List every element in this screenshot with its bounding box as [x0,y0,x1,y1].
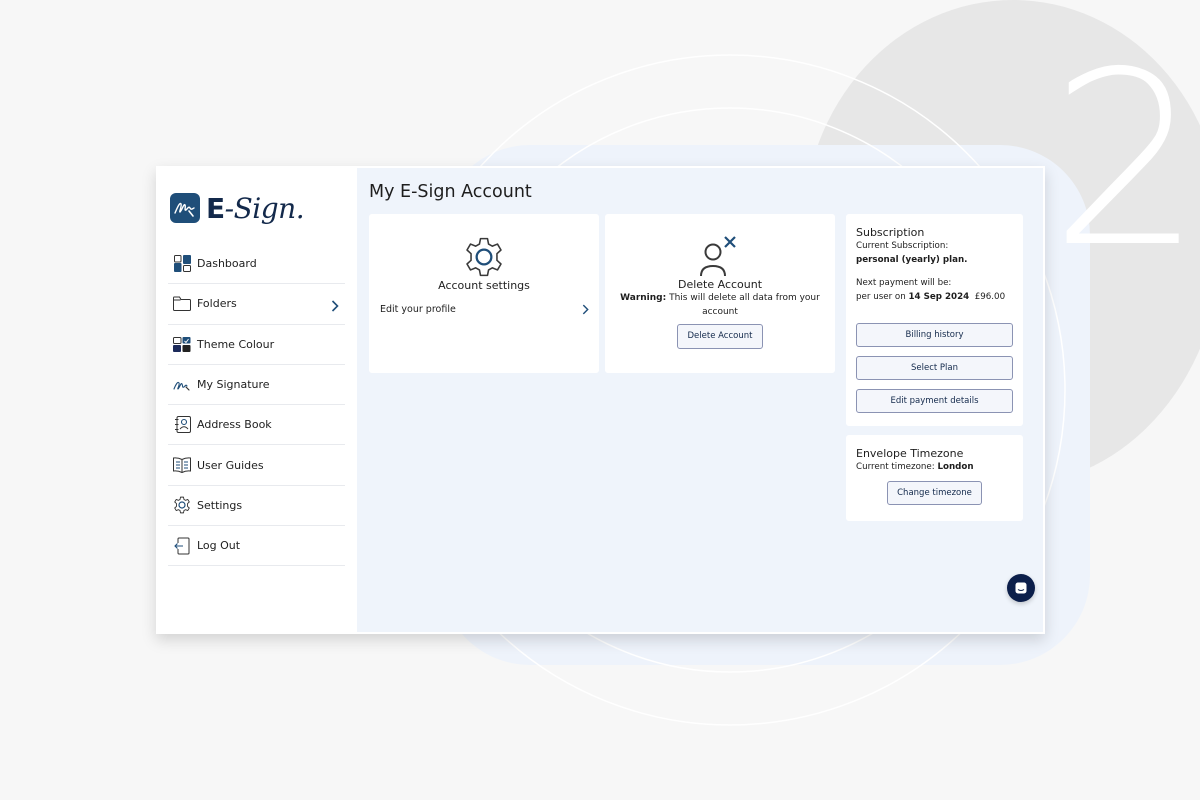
page-title: My E-Sign Account [369,182,532,202]
sidebar-item-dashboard[interactable]: Dashboard [168,244,345,285]
subscription-heading: Subscription [856,226,925,239]
sidebar-item-label: Address Book [197,418,272,432]
chevron-right-icon[interactable] [331,297,339,316]
address-book-icon [173,416,191,434]
account-gear-icon [369,236,599,278]
book-icon [173,456,191,474]
dashboard-icon [173,255,191,273]
warning-label: Warning: [620,293,667,303]
sidebar-item-theme-colour[interactable]: Theme Colour [168,325,345,365]
sidebar-item-user-guides[interactable]: User Guides [168,445,345,486]
logo-text-prefix: E [206,191,225,225]
gear-icon [173,496,191,514]
next-payment-date: 14 Sep 2024 [908,292,970,302]
sidebar-item-my-signature[interactable]: My Signature [168,365,345,406]
per-user-prefix: per user on [856,292,906,302]
current-timezone: Current timezone: London [856,460,1013,474]
edit-profile-label: Edit your profile [380,304,456,315]
sidebar-item-folders[interactable]: Folders [168,284,345,325]
next-payment-amount: £96.00 [974,292,1006,302]
sidebar-nav: Dashboard Folders Theme Colour My Signat… [168,244,345,567]
sidebar-item-label: Log Out [197,539,241,553]
app-window: E-Sign. Dashboard Folders Theme Colour M… [156,166,1045,634]
main-content: My E-Sign Account Account settings Edit … [357,168,1043,632]
sidebar-item-label: My Signature [197,378,270,392]
sidebar-item-label: Folders [197,297,237,311]
delete-warning: Warning: This will delete all data from … [605,291,835,319]
timezone-heading: Envelope Timezone [856,447,964,460]
logo-mark-icon [170,193,200,223]
current-subscription-label: Current Subscription: [856,241,949,251]
user-remove-icon [605,234,835,278]
current-plan: personal (yearly) plan. [856,255,968,265]
chat-icon [1015,579,1027,598]
next-payment-label: Next payment will be: [856,278,952,288]
current-timezone-label: Current timezone: [856,462,935,472]
sidebar-item-label: Dashboard [197,257,257,271]
select-plan-button[interactable]: Select Plan [856,356,1013,380]
logout-icon [173,537,191,555]
change-timezone-button[interactable]: Change timezone [887,481,982,505]
timezone-card: Envelope Timezone Current timezone: Lond… [846,435,1023,521]
delete-account-card: Delete Account Warning: This will delete… [605,214,835,373]
sidebar-item-label: Theme Colour [197,337,275,351]
logo-text: E-Sign. [206,191,305,225]
current-timezone-value: London [937,462,974,472]
folder-icon [173,295,191,313]
edit-profile-link[interactable]: Edit your profile [369,300,599,319]
edit-payment-details-button[interactable]: Edit payment details [856,389,1013,413]
theme-colour-icon [173,335,191,353]
next-payment-details: per user on 14 Sep 2024 £96.00 [856,290,1013,304]
billing-history-button[interactable]: Billing history [856,323,1013,347]
sidebar-item-label: Settings [197,498,243,512]
account-settings-card: Account settings Edit your profile [369,214,599,373]
warning-text: This will delete all data from your acco… [669,293,820,317]
sidebar-item-address-book[interactable]: Address Book [168,405,345,446]
chevron-right-icon [582,300,589,319]
subscription-card: Subscription Current Subscription: perso… [846,214,1023,426]
account-settings-heading: Account settings [438,279,530,292]
sidebar-item-settings[interactable]: Settings [168,486,345,527]
logo-text-suffix: -Sign. [224,191,305,225]
sidebar: E-Sign. Dashboard Folders Theme Colour M… [156,166,357,634]
delete-account-heading: Delete Account [677,278,763,291]
sidebar-item-label: User Guides [197,458,264,472]
step-number: 2 [1050,20,1200,300]
signature-icon [173,376,191,394]
sidebar-item-log-out[interactable]: Log Out [168,526,345,567]
delete-account-button[interactable]: Delete Account [677,324,763,349]
logo[interactable]: E-Sign. [170,188,345,228]
chat-button[interactable] [1007,574,1035,602]
